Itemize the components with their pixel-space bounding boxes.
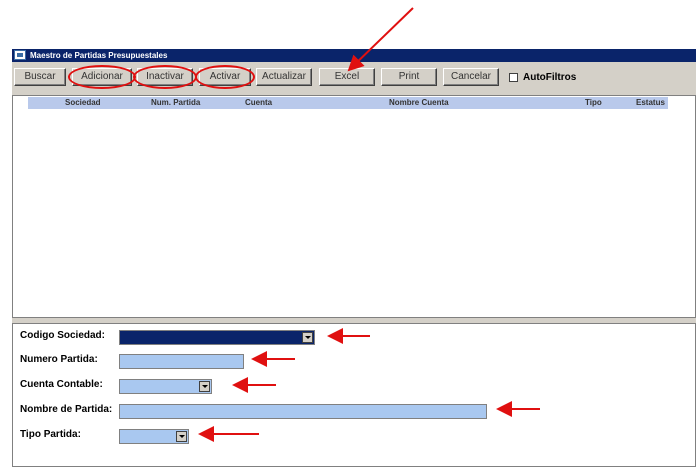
annotation-arrows bbox=[198, 7, 540, 442]
arrow-excel bbox=[347, 7, 414, 72]
